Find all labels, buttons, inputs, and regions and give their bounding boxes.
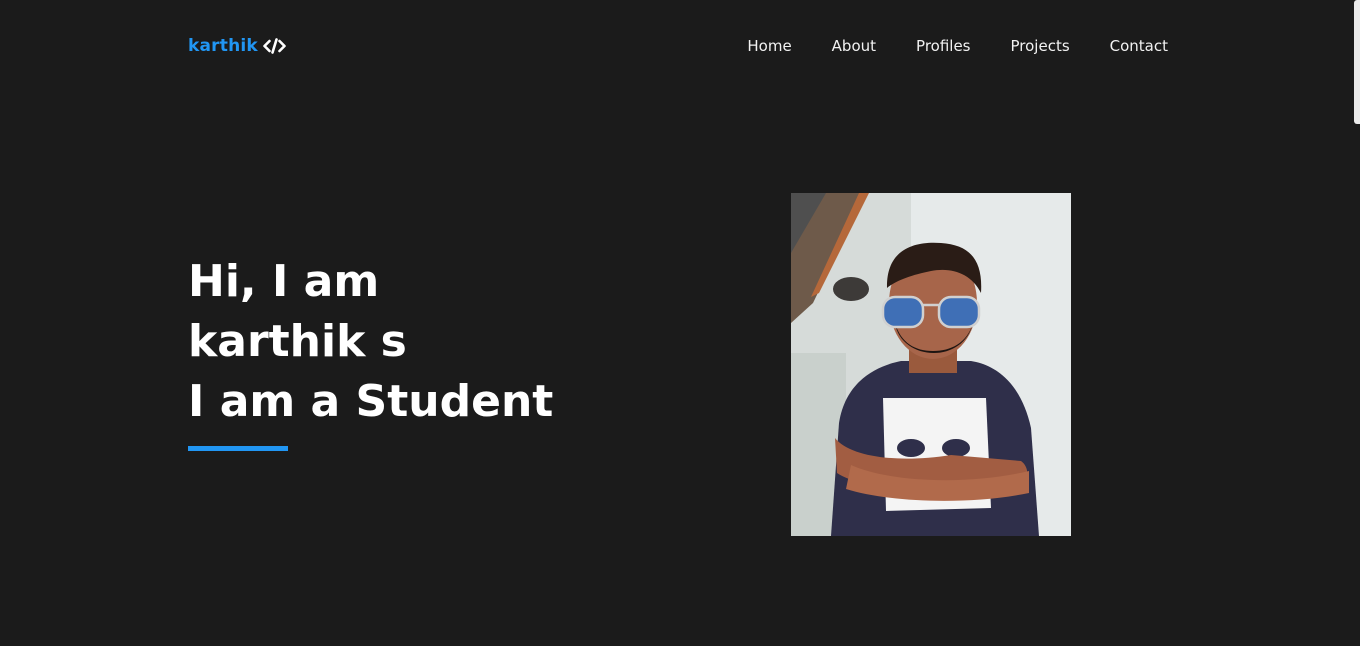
nav-home[interactable]: Home bbox=[747, 37, 791, 55]
page: karthik Home About Profiles Projects Con… bbox=[0, 0, 1360, 646]
hero-role: I am a Student bbox=[188, 376, 554, 427]
code-icon bbox=[263, 36, 286, 56]
logo-link[interactable]: karthik bbox=[188, 36, 286, 56]
navbar: karthik Home About Profiles Projects Con… bbox=[188, 34, 1168, 58]
scrollbar[interactable] bbox=[1354, 0, 1360, 124]
hero-name: karthik s bbox=[188, 316, 407, 367]
nav-links: Home About Profiles Projects Contact bbox=[747, 37, 1168, 55]
accent-underline bbox=[188, 446, 288, 451]
nav-projects[interactable]: Projects bbox=[1011, 37, 1070, 55]
nav-contact[interactable]: Contact bbox=[1110, 37, 1168, 55]
hero-intro: Hi, I am karthik s I am a Student bbox=[188, 252, 553, 451]
nav-profiles[interactable]: Profiles bbox=[916, 37, 970, 55]
logo-text: karthik bbox=[188, 36, 258, 56]
hero-greeting: Hi, I am bbox=[188, 256, 380, 307]
nav-about[interactable]: About bbox=[832, 37, 876, 55]
profile-photo bbox=[791, 193, 1071, 536]
